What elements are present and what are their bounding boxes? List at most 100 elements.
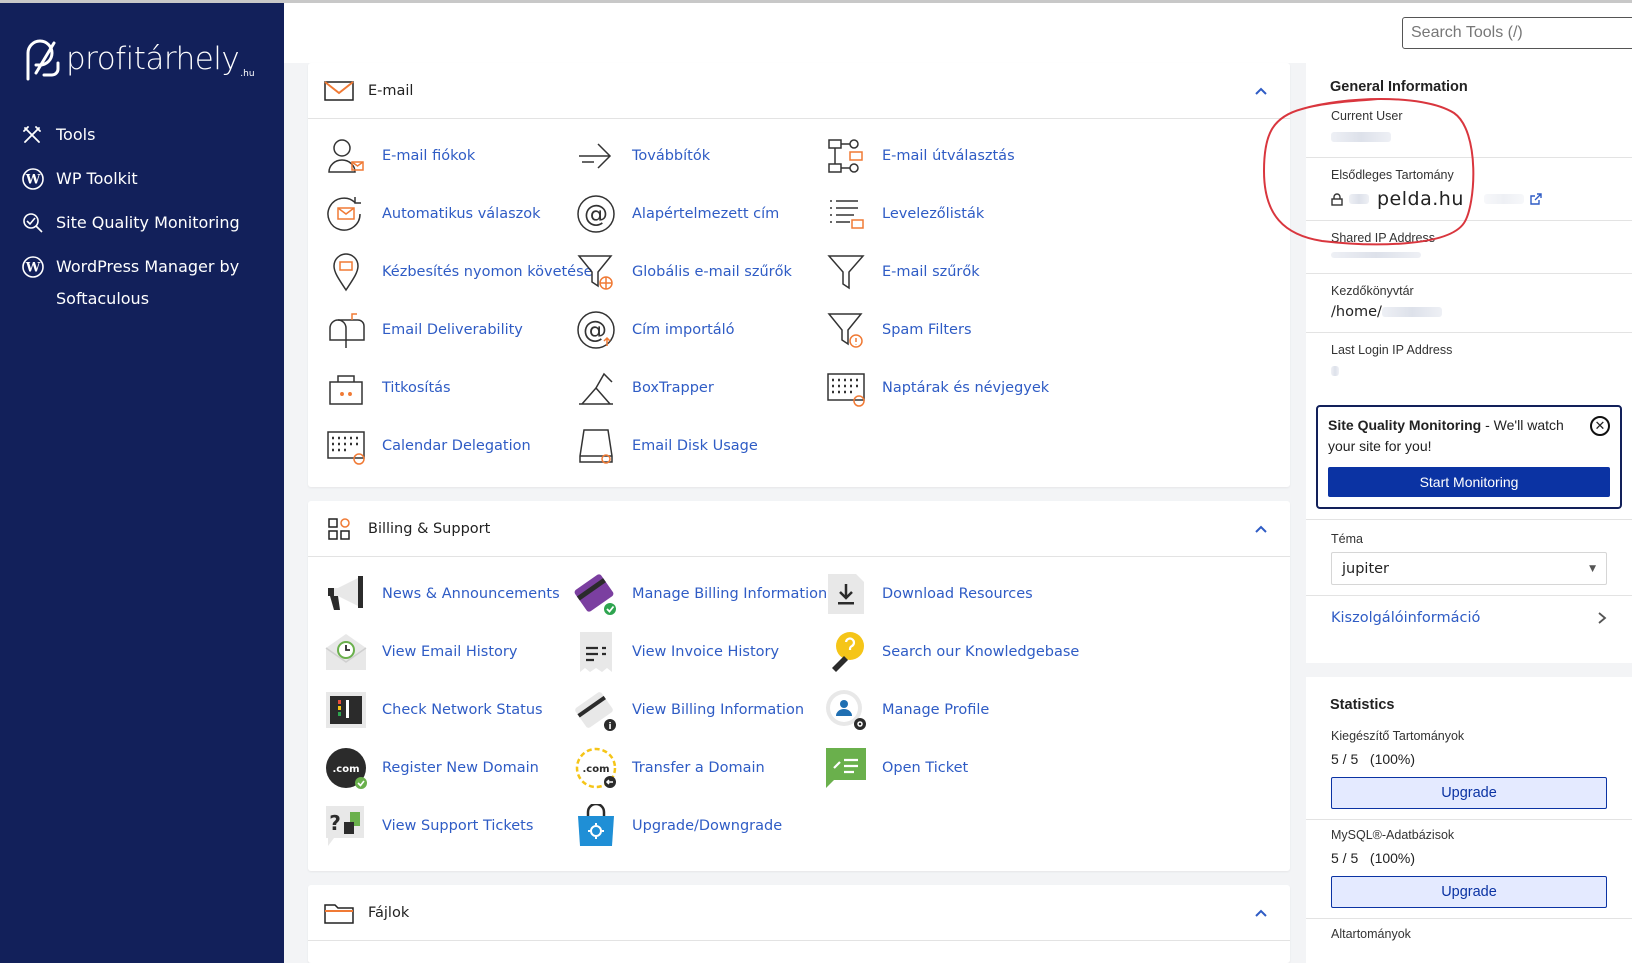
stat-row-addon-domains: Kiegészítő Tartományok 5 / 5 (100%) Upgr… [1306,721,1632,820]
tool-calendar-delegation[interactable]: Calendar Delegation [324,417,574,475]
boxtrapper-icon [574,366,618,410]
tool-email-disk-usage[interactable]: Email Disk Usage [574,417,824,475]
tool-view-billing-info[interactable]: i View Billing Information [574,681,824,739]
tool-default-address[interactable]: @ Alapértelmezett cím [574,185,824,243]
profile-icon [824,688,868,732]
panel-title: Fájlok [368,904,410,921]
tool-check-network-status[interactable]: Check Network Status [324,681,574,739]
tool-email-filters[interactable]: E-mail szűrők [824,243,1074,301]
transfer-domain-icon: .com [574,746,618,790]
upgrade-button[interactable]: Upgrade [1331,876,1607,908]
sidebar-item-label: Tools [56,125,96,144]
tool-autoresponders[interactable]: Automatikus válaszok [324,185,574,243]
chevron-up-icon[interactable] [1254,84,1268,98]
routing-icon [824,134,868,178]
redacted-value [1483,194,1524,204]
tool-news-announcements[interactable]: News & Announcements [324,565,574,623]
email-panel-header[interactable]: E-mail [308,63,1290,119]
sidebar-item-label: WP Toolkit [56,169,138,188]
tools-icon [22,119,46,151]
at-sign-icon: @ [574,192,618,236]
invoice-icon [574,630,618,674]
tool-search-knowledgebase[interactable]: Search our Knowledgebase [824,623,1079,681]
sidebar-item-site-quality-monitoring[interactable]: Site Quality Monitoring [0,201,284,245]
redacted-value [1331,252,1421,258]
disk-usage-icon [574,424,618,468]
search-input[interactable] [1402,17,1632,49]
caret-down-icon: ▼ [1589,563,1596,574]
tool-register-new-domain[interactable]: .com Register New Domain [324,739,574,797]
lightbulb-icon [824,630,868,674]
tool-spam-filters[interactable]: Spam Filters [824,301,1074,359]
close-icon[interactable]: ✕ [1590,416,1610,436]
tool-open-ticket[interactable]: Open Ticket [824,739,1074,797]
tool-global-email-filters[interactable]: Globális e-mail szűrők [574,243,824,301]
wordpress-icon: W [22,163,46,195]
tool-email-deliverability[interactable]: Email Deliverability [324,301,574,359]
redacted-value [1331,132,1391,142]
redacted-value [1331,366,1339,376]
forward-icon [574,134,618,178]
tool-view-invoice-history[interactable]: View Invoice History [574,623,824,681]
sidebar-nav: Tools W WP Toolkit Site Quality Monitori… [0,113,284,321]
svg-text:W: W [25,173,41,188]
tool-forwarders[interactable]: Továbbítók [574,127,824,185]
tool-mailing-lists[interactable]: Levelezőlisták [824,185,1074,243]
megaphone-icon [324,572,368,616]
billing-info-icon: i [574,688,618,732]
redacted-value [1349,194,1369,204]
sidebar-item-tools[interactable]: Tools [0,113,284,157]
svg-text:i: i [608,722,611,732]
statistics-title: Statistics [1330,697,1395,713]
brand-logo[interactable]: profitárhely .hu [22,35,255,83]
tool-view-support-tickets[interactable]: ? View Support Tickets [324,797,574,855]
billing-panel-header[interactable]: Billing & Support [308,501,1290,557]
spam-filter-icon [824,308,868,352]
home-directory-row: Kezdőkönyvtár /home/ [1306,274,1632,333]
tool-boxtrapper[interactable]: BoxTrapper [574,359,824,417]
server-info-link[interactable]: Kiszolgálóinformáció [1306,595,1632,640]
general-info-card: General Information Current User Elsődle… [1306,63,1632,663]
tool-download-resources[interactable]: Download Resources [824,565,1074,623]
tool-manage-profile[interactable]: Manage Profile [824,681,1074,739]
theme-select[interactable]: jupiter ▼ [1331,552,1607,585]
tool-view-email-history[interactable]: View Email History [324,623,574,681]
sidebar-item-wordpress-manager[interactable]: W WordPress Manager by Softaculous [0,245,284,321]
start-monitoring-button[interactable]: Start Monitoring [1328,467,1610,497]
billing-tools-grid: News & Announcements Manage Billing Info… [308,557,1290,855]
global-filter-icon [574,250,618,294]
theme-label: Téma [1331,532,1363,546]
tool-encryption[interactable]: Titkosítás [324,359,574,417]
calendar-icon [824,366,868,410]
mailbox-icon [324,308,368,352]
tool-email-routing[interactable]: E-mail útválasztás [824,127,1074,185]
current-user-row: Current User [1306,99,1632,158]
tool-address-importer[interactable]: @ Cím importáló [574,301,824,359]
email-history-icon [324,630,368,674]
chevron-up-icon[interactable] [1254,906,1268,920]
external-link-icon[interactable] [1530,193,1542,205]
site-quality-banner: Site Quality Monitoring - We'll watch yo… [1316,405,1622,509]
wordpress-icon: W [22,251,46,283]
encryption-icon [324,366,368,410]
last-login-row: Last Login IP Address [1306,333,1632,391]
email-panel: E-mail E-mail fiókok Továbbítók E-mail ú… [308,63,1290,487]
sidebar-item-wp-toolkit[interactable]: W WP Toolkit [0,157,284,201]
primary-domain-value[interactable]: pelda.hu [1377,188,1464,210]
tool-upgrade-downgrade[interactable]: Upgrade/Downgrade [574,797,824,855]
open-ticket-icon [824,746,868,790]
lock-icon [1331,192,1343,206]
filter-icon [824,250,868,294]
upgrade-button[interactable]: Upgrade [1331,777,1607,809]
tool-calendars-contacts[interactable]: Naptárak és névjegyek [824,359,1074,417]
tool-transfer-domain[interactable]: .com Transfer a Domain [574,739,824,797]
files-panel-header[interactable]: Fájlok [308,885,1290,941]
files-panel: Fájlok [308,885,1290,963]
chevron-up-icon[interactable] [1254,522,1268,536]
tool-manage-billing-info[interactable]: Manage Billing Information [574,565,827,623]
at-import-icon: @ [574,308,618,352]
tool-track-delivery[interactable]: Kézbesítés nyomon követése [324,243,593,301]
svg-text:?: ? [329,811,341,835]
tool-email-accounts[interactable]: E-mail fiókok [324,127,574,185]
logo-mark-icon [26,39,60,81]
